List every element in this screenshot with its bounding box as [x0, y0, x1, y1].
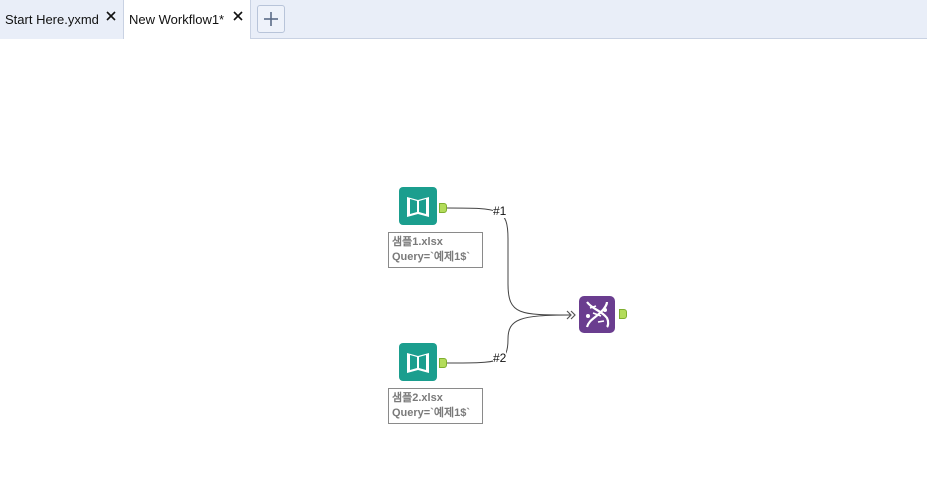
- add-tab-button[interactable]: [257, 5, 285, 33]
- tab-new-workflow[interactable]: New Workflow1*: [123, 0, 251, 40]
- plus-icon: [264, 12, 278, 26]
- input-data-tool-2[interactable]: [399, 343, 437, 381]
- connection-label-1: #1: [493, 204, 507, 218]
- tab-start-here[interactable]: Start Here.yxmd: [0, 0, 123, 39]
- connection-2: [446, 314, 571, 364]
- tool-annotation: 샘플2.xlsx Query=`예제1$`: [388, 388, 483, 424]
- input-data-tool-1[interactable]: [399, 187, 437, 225]
- output-anchor[interactable]: [439, 358, 447, 368]
- annotation-filename: 샘플2.xlsx: [392, 392, 443, 404]
- workflow-canvas[interactable]: 샘플1.xlsx Query=`예제1$` 샘플2.xlsx Query=`예제…: [0, 39, 927, 493]
- annotation-query: Query=`예제1$`: [392, 407, 471, 419]
- tab-bar: Start Here.yxmd New Workflow1*: [0, 0, 927, 40]
- output-anchor[interactable]: [619, 309, 627, 319]
- tab-label: Start Here.yxmd: [5, 12, 99, 27]
- book-icon: [407, 197, 429, 217]
- close-icon[interactable]: [232, 10, 244, 22]
- dna-icon: [585, 301, 610, 328]
- tool-annotation: 샘플1.xlsx Query=`예제1$`: [388, 232, 483, 268]
- close-icon[interactable]: [105, 10, 117, 22]
- annotation-query: Query=`예제1$`: [392, 251, 471, 263]
- annotation-filename: 샘플1.xlsx: [392, 236, 443, 248]
- output-anchor[interactable]: [439, 203, 447, 213]
- union-tool[interactable]: [579, 296, 615, 333]
- tab-label: New Workflow1*: [129, 12, 225, 27]
- connection-label-2: #2: [493, 351, 507, 365]
- book-icon: [407, 353, 429, 373]
